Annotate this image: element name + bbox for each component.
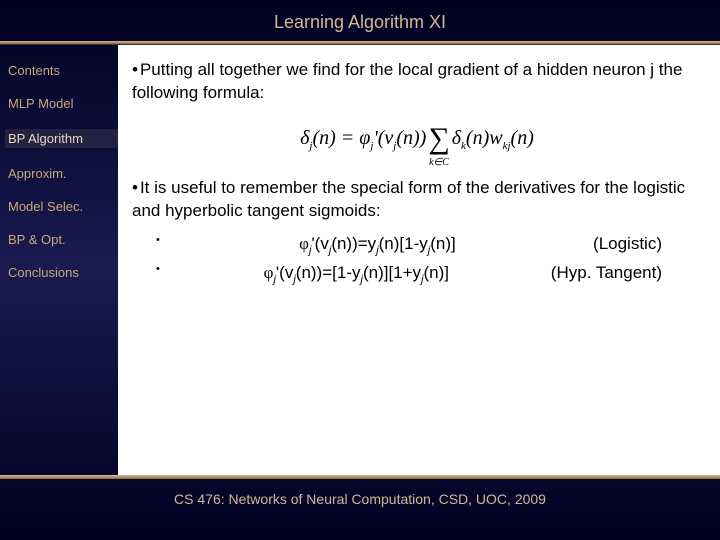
footer: CS 476: Networks of Neural Computation, … <box>0 479 720 507</box>
derivative-list: φj'(vj(n))=yj(n)[1-yj(n)] (Logistic) φj'… <box>132 233 702 287</box>
main-content: Putting all together we find for the loc… <box>118 45 720 475</box>
main-formula: δj(n) = φj'(vj(n))∑k∈Cδk(n)wkj(n) <box>132 119 702 160</box>
slide-title: Learning Algorithm XI <box>274 12 446 32</box>
sidebar-item-bp-opt[interactable]: BP & Opt. <box>8 232 118 247</box>
paragraph-2-text: It is useful to remember the special for… <box>132 178 685 220</box>
sidebar-item-mlp-model[interactable]: MLP Model <box>8 96 118 111</box>
tanh-label: (Hyp. Tangent) <box>551 262 662 287</box>
paragraph-2: It is useful to remember the special for… <box>132 177 702 223</box>
paragraph-1-text: Putting all together we find for the loc… <box>132 60 682 102</box>
paragraph-1: Putting all together we find for the loc… <box>132 59 702 105</box>
logistic-label: (Logistic) <box>593 233 662 258</box>
tanh-derivative: φj'(vj(n))=[1-yj(n)][1+yj(n)] (Hyp. Tang… <box>156 262 702 287</box>
sidebar-item-approxim[interactable]: Approxim. <box>8 166 118 181</box>
sidebar-item-contents[interactable]: Contents <box>8 63 118 78</box>
content-area: Contents MLP Model BP Algorithm Approxim… <box>0 45 720 475</box>
sidebar-item-bp-algorithm[interactable]: BP Algorithm <box>5 129 118 148</box>
sidebar-item-conclusions[interactable]: Conclusions <box>8 265 118 280</box>
logistic-derivative: φj'(vj(n))=yj(n)[1-yj(n)] (Logistic) <box>156 233 702 258</box>
footer-text: CS 476: Networks of Neural Computation, … <box>174 491 546 507</box>
sidebar-item-model-selec[interactable]: Model Selec. <box>8 199 118 214</box>
sidebar: Contents MLP Model BP Algorithm Approxim… <box>0 45 118 475</box>
title-area: Learning Algorithm XI <box>0 0 720 41</box>
